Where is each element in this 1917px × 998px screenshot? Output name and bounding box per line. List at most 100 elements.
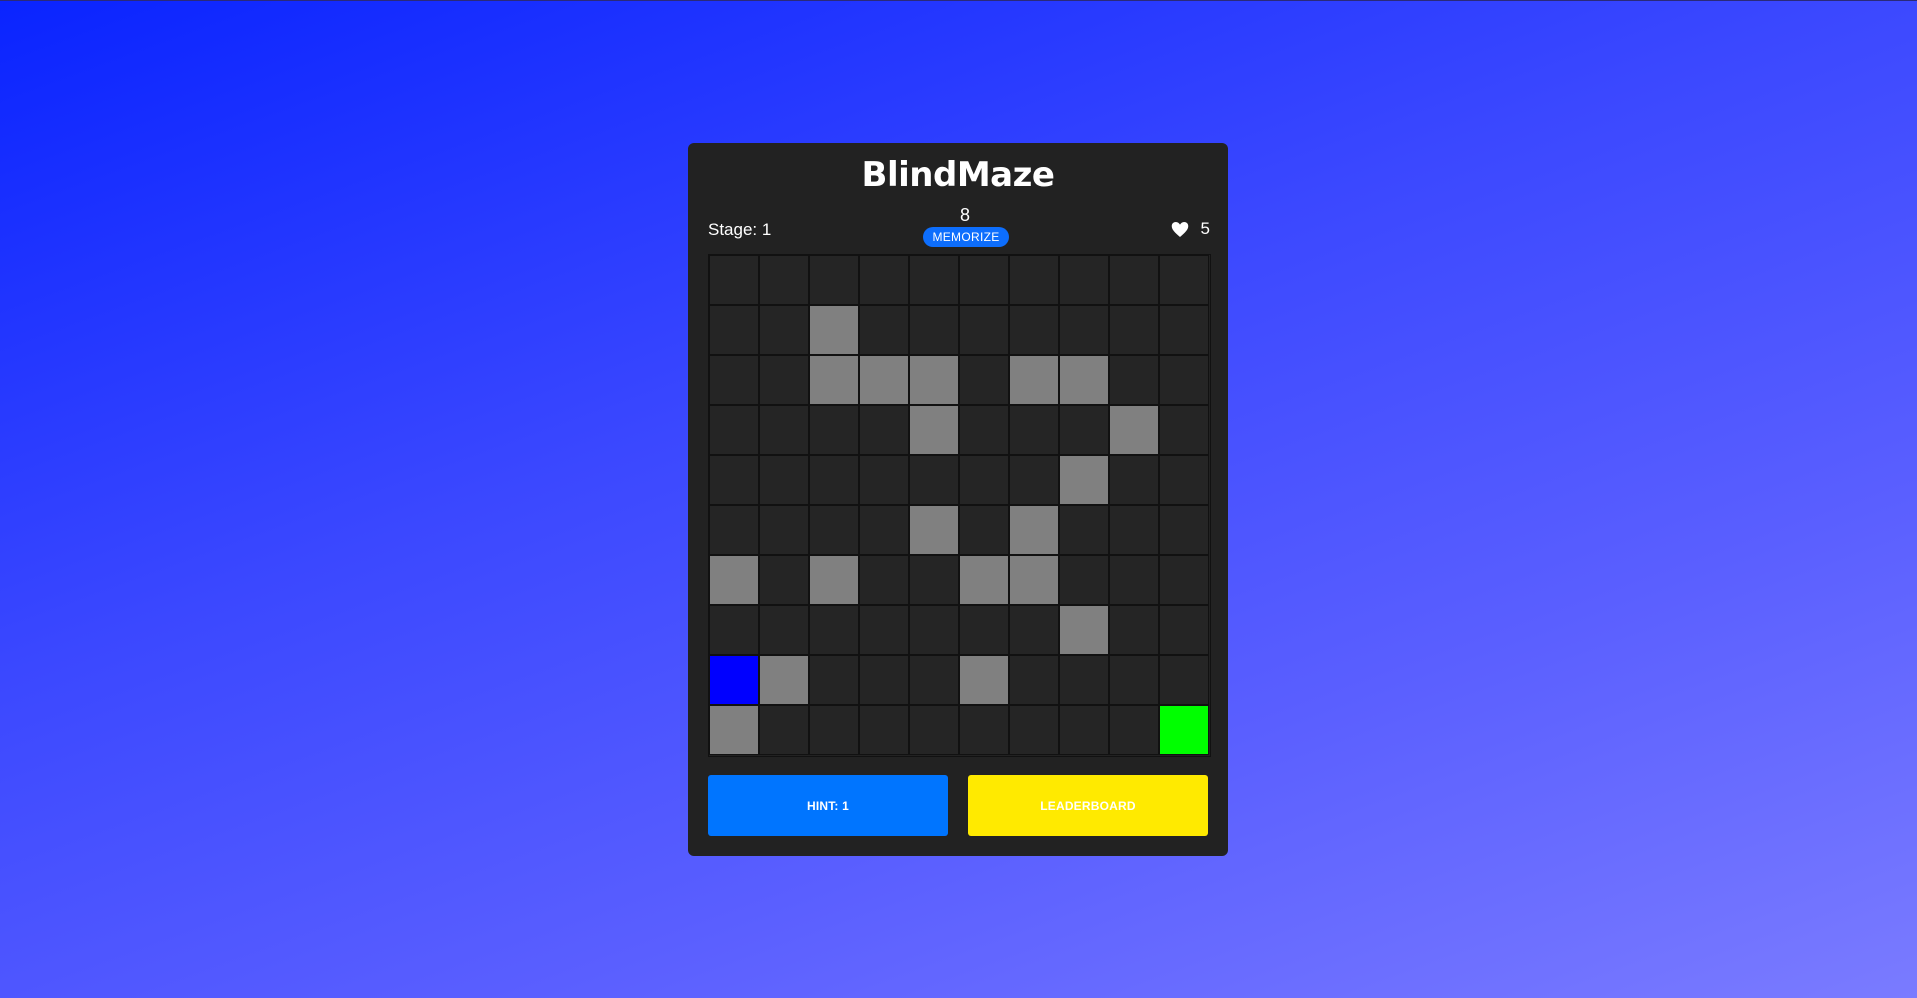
maze-cell-wall[interactable]	[1009, 555, 1059, 605]
maze-cell-wall[interactable]	[709, 555, 759, 605]
maze-cell[interactable]	[959, 705, 1009, 755]
maze-cell[interactable]	[1159, 255, 1209, 305]
maze-cell-wall[interactable]	[709, 705, 759, 755]
maze-cell-wall[interactable]	[909, 355, 959, 405]
maze-cell[interactable]	[959, 355, 1009, 405]
maze-cell-wall[interactable]	[909, 405, 959, 455]
maze-cell[interactable]	[1159, 605, 1209, 655]
maze-cell-wall[interactable]	[1109, 405, 1159, 455]
maze-cell[interactable]	[959, 255, 1009, 305]
maze-cell-wall[interactable]	[959, 555, 1009, 605]
maze-cell[interactable]	[959, 505, 1009, 555]
maze-cell-wall[interactable]	[1009, 355, 1059, 405]
maze-cell[interactable]	[1159, 505, 1209, 555]
maze-cell[interactable]	[859, 505, 909, 555]
maze-cell[interactable]	[859, 655, 909, 705]
maze-cell[interactable]	[909, 555, 959, 605]
maze-cell[interactable]	[809, 705, 859, 755]
maze-cell[interactable]	[859, 555, 909, 605]
maze-cell[interactable]	[909, 255, 959, 305]
maze-cell-wall[interactable]	[1059, 355, 1109, 405]
maze-cell[interactable]	[709, 505, 759, 555]
maze-cell[interactable]	[1109, 255, 1159, 305]
maze-cell[interactable]	[709, 355, 759, 405]
hint-button[interactable]: HINT: 1	[708, 775, 948, 836]
maze-cell[interactable]	[1059, 255, 1109, 305]
maze-cell[interactable]	[909, 655, 959, 705]
maze-cell[interactable]	[709, 405, 759, 455]
maze-cell[interactable]	[1159, 655, 1209, 705]
maze-cell[interactable]	[909, 705, 959, 755]
maze-cell[interactable]	[1109, 305, 1159, 355]
maze-cell[interactable]	[759, 505, 809, 555]
maze-cell[interactable]	[1059, 305, 1109, 355]
maze-cell[interactable]	[1009, 705, 1059, 755]
maze-cell[interactable]	[1009, 405, 1059, 455]
maze-cell-wall[interactable]	[859, 355, 909, 405]
maze-cell[interactable]	[809, 505, 859, 555]
maze-cell[interactable]	[1059, 655, 1109, 705]
maze-cell[interactable]	[959, 305, 1009, 355]
leaderboard-button[interactable]: LEADERBOARD	[968, 775, 1208, 836]
maze-cell[interactable]	[1109, 555, 1159, 605]
maze-cell[interactable]	[759, 555, 809, 605]
maze-cell[interactable]	[759, 305, 809, 355]
maze-cell-wall[interactable]	[909, 505, 959, 555]
maze-cell[interactable]	[759, 455, 809, 505]
maze-cell[interactable]	[709, 255, 759, 305]
maze-cell[interactable]	[1059, 555, 1109, 605]
maze-cell[interactable]	[1159, 555, 1209, 605]
maze-cell[interactable]	[1009, 305, 1059, 355]
maze-cell[interactable]	[1009, 655, 1059, 705]
maze-cell[interactable]	[809, 655, 859, 705]
maze-cell[interactable]	[859, 405, 909, 455]
maze-cell[interactable]	[1159, 355, 1209, 405]
maze-cell[interactable]	[759, 405, 809, 455]
maze-cell-wall[interactable]	[809, 305, 859, 355]
maze-cell[interactable]	[1059, 405, 1109, 455]
maze-cell[interactable]	[709, 455, 759, 505]
maze-cell-goal[interactable]	[1159, 705, 1209, 755]
maze-cell[interactable]	[759, 355, 809, 405]
maze-cell[interactable]	[809, 605, 859, 655]
maze-cell[interactable]	[1159, 305, 1209, 355]
maze-cell-wall[interactable]	[1059, 605, 1109, 655]
maze-cell-wall[interactable]	[759, 655, 809, 705]
maze-cell[interactable]	[1059, 505, 1109, 555]
maze-cell-wall[interactable]	[959, 655, 1009, 705]
maze-cell[interactable]	[909, 305, 959, 355]
maze-cell[interactable]	[809, 255, 859, 305]
maze-cell[interactable]	[759, 255, 809, 305]
maze-cell-wall[interactable]	[1009, 505, 1059, 555]
maze-cell[interactable]	[1159, 455, 1209, 505]
maze-cell[interactable]	[859, 305, 909, 355]
maze-cell[interactable]	[1109, 655, 1159, 705]
maze-cell[interactable]	[1109, 605, 1159, 655]
maze-cell-wall[interactable]	[1059, 455, 1109, 505]
maze-cell[interactable]	[909, 455, 959, 505]
maze-cell[interactable]	[709, 605, 759, 655]
maze-cell[interactable]	[1009, 455, 1059, 505]
maze-cell[interactable]	[959, 405, 1009, 455]
maze-cell[interactable]	[1159, 405, 1209, 455]
maze-cell[interactable]	[1109, 455, 1159, 505]
maze-cell[interactable]	[759, 605, 809, 655]
maze-cell[interactable]	[959, 455, 1009, 505]
maze-cell[interactable]	[1109, 705, 1159, 755]
maze-cell-wall[interactable]	[809, 355, 859, 405]
maze-cell[interactable]	[759, 705, 809, 755]
maze-cell[interactable]	[709, 305, 759, 355]
maze-cell[interactable]	[859, 255, 909, 305]
maze-cell[interactable]	[1109, 355, 1159, 405]
maze-cell[interactable]	[1009, 255, 1059, 305]
maze-cell[interactable]	[809, 455, 859, 505]
maze-cell-player[interactable]	[709, 655, 759, 705]
maze-cell[interactable]	[859, 455, 909, 505]
maze-cell[interactable]	[1009, 605, 1059, 655]
maze-cell[interactable]	[859, 705, 909, 755]
maze-cell-wall[interactable]	[809, 555, 859, 605]
maze-cell[interactable]	[909, 605, 959, 655]
maze-grid[interactable]	[708, 254, 1211, 757]
maze-cell[interactable]	[809, 405, 859, 455]
maze-cell[interactable]	[1109, 505, 1159, 555]
